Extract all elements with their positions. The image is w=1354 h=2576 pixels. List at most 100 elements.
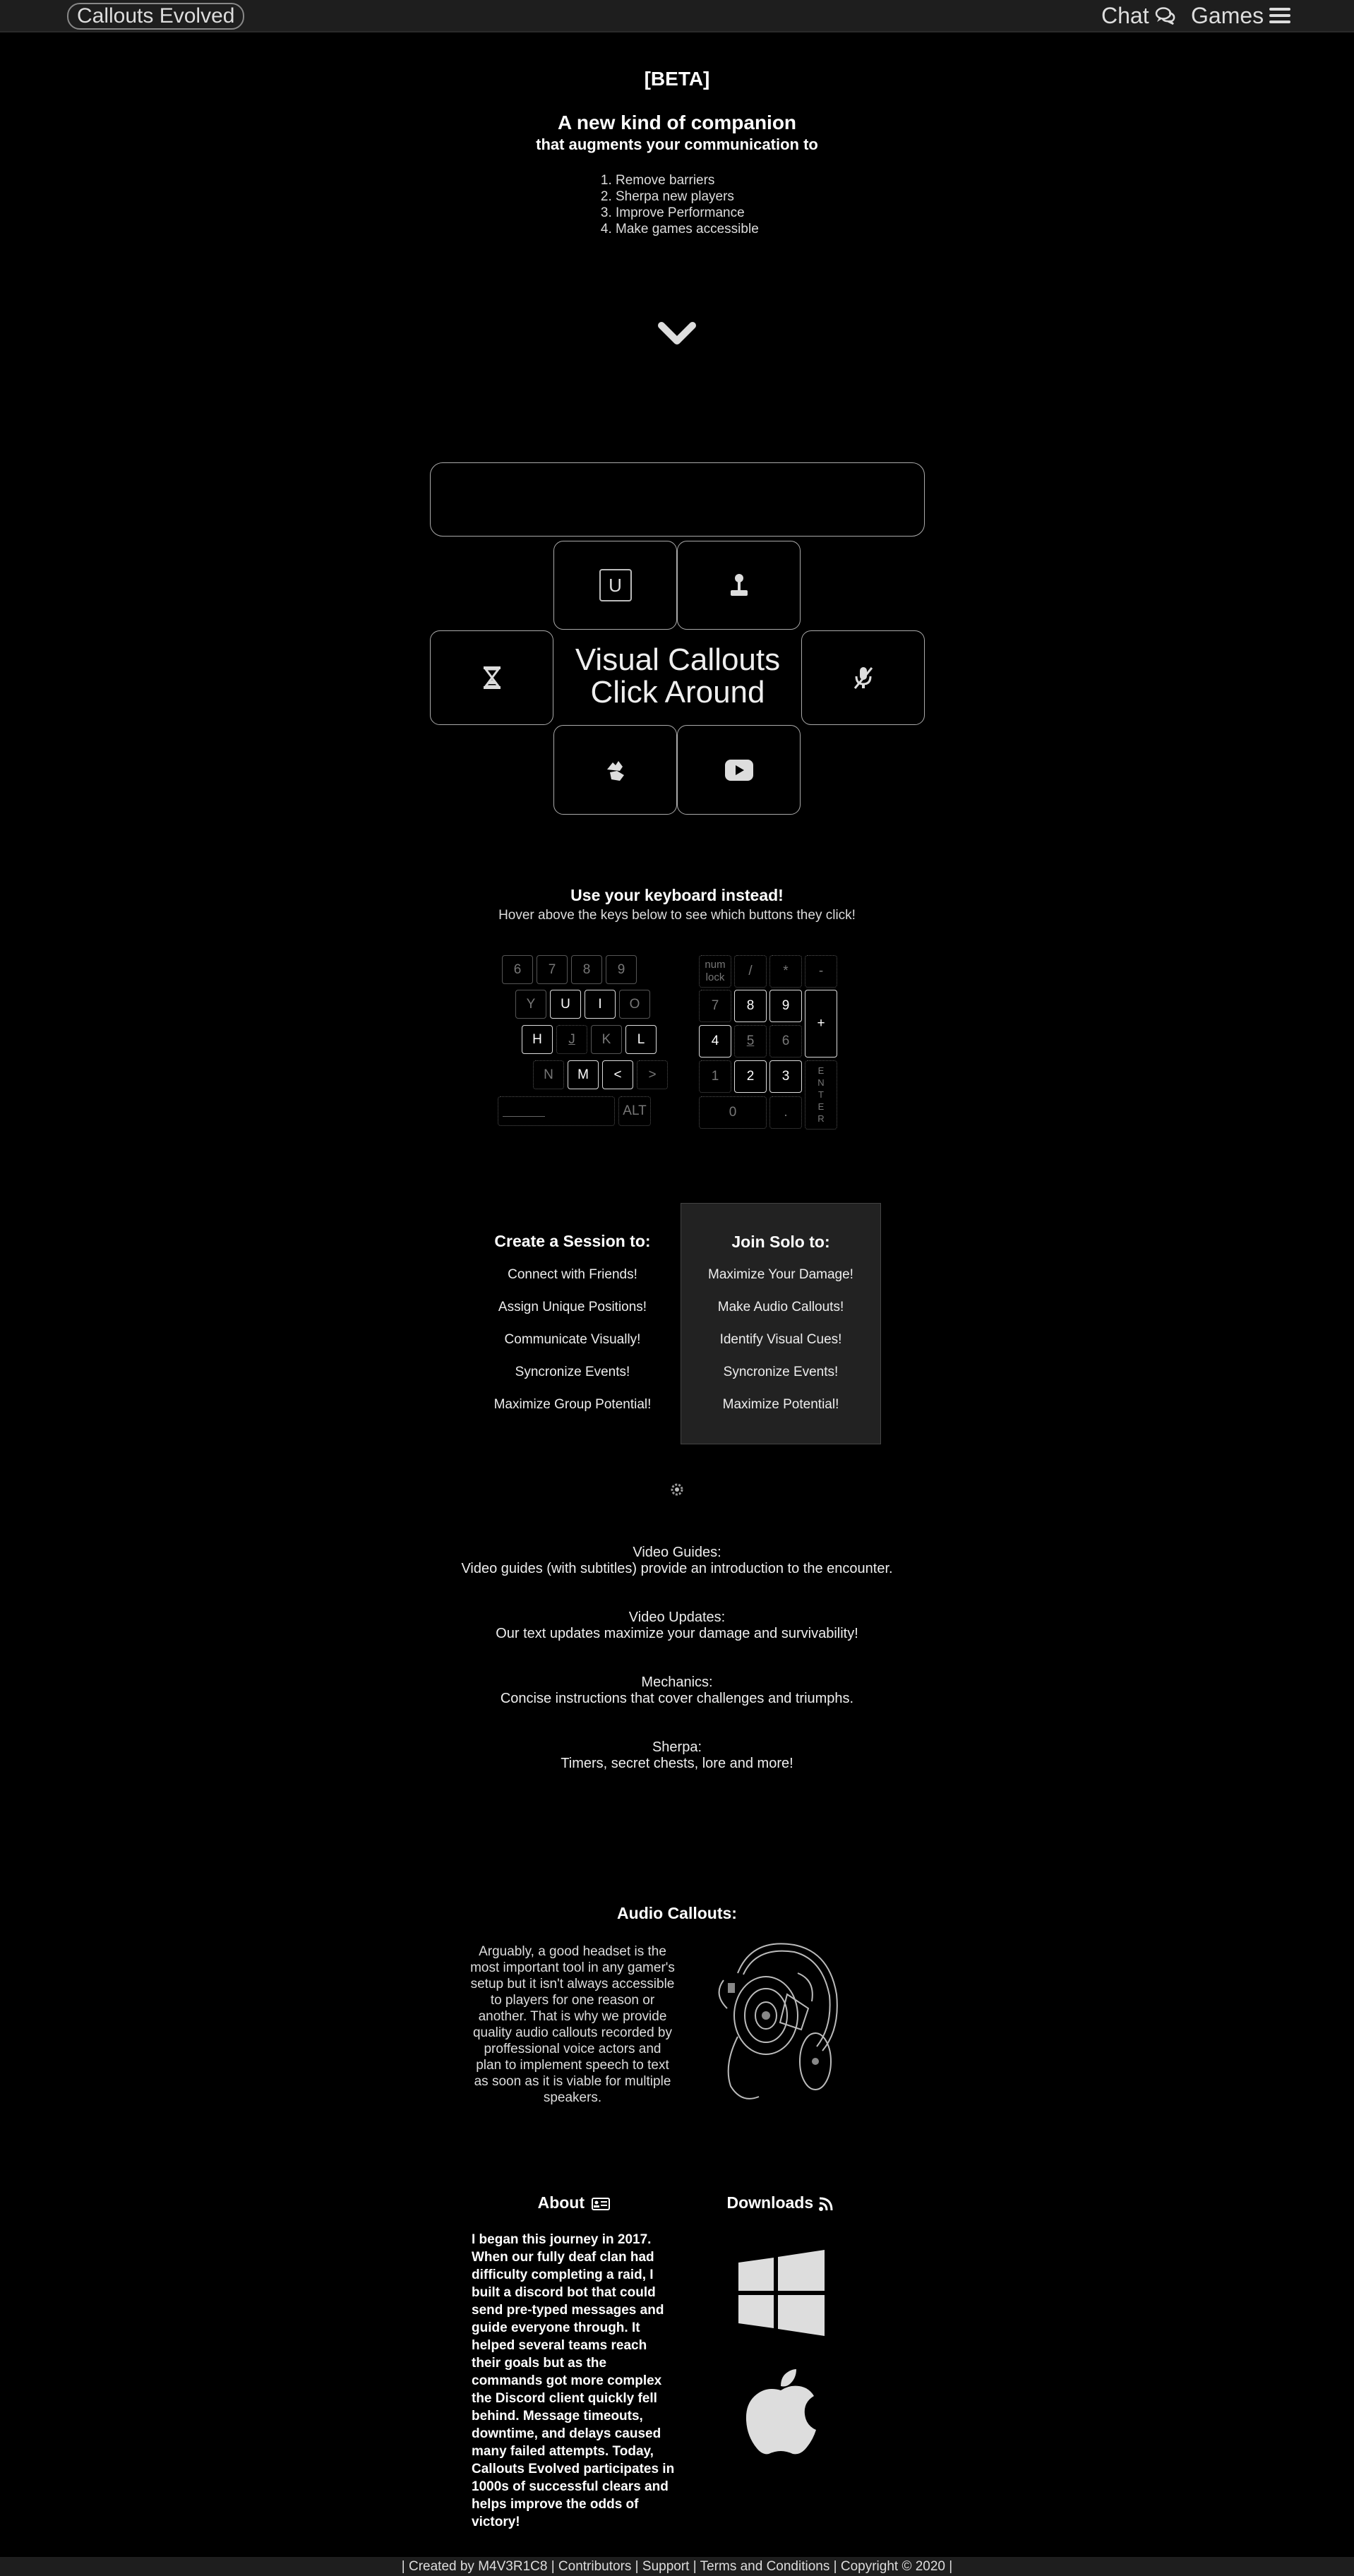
- timer-button[interactable]: [430, 630, 553, 725]
- top-navbar: Callouts Evolved Chat Games: [0, 0, 1354, 32]
- key-i[interactable]: I: [585, 990, 616, 1019]
- joystick-button[interactable]: [677, 541, 801, 630]
- microphone-slash-icon: [853, 667, 873, 689]
- feature-video-guides: Video Guides: Video guides (with subtitl…: [0, 1545, 1354, 1577]
- key-h[interactable]: H: [522, 1025, 553, 1054]
- key-numpad-2[interactable]: 2: [734, 1060, 767, 1093]
- goal-item: Sherpa new players: [616, 188, 759, 205]
- visual-callouts-line1: Visual Callouts: [575, 642, 781, 677]
- join-solo-item: Make Audio Callouts!: [717, 1300, 844, 1314]
- join-solo-panel[interactable]: Join Solo to: Maximize Your Damage! Make…: [681, 1203, 881, 1444]
- feature-text: Our text updates maximize your damage an…: [496, 1626, 858, 1641]
- windows-download-icon[interactable]: [738, 2250, 825, 2336]
- key-numpad-5[interactable]: 5: [734, 1025, 767, 1058]
- key-7[interactable]: 7: [537, 955, 568, 984]
- hero-headline: A new kind of companion: [557, 112, 797, 133]
- u-key-button[interactable]: U: [553, 541, 677, 630]
- key-numpad-plus[interactable]: +: [805, 990, 837, 1058]
- key-m[interactable]: M: [568, 1060, 599, 1089]
- feature-text: Timers, secret chests, lore and more!: [561, 1756, 793, 1771]
- key-6[interactable]: 6: [502, 955, 533, 984]
- create-session-item: Syncronize Events!: [515, 1365, 630, 1379]
- key-j[interactable]: J: [556, 1025, 587, 1054]
- about-text: I began this journey in 2017. When our f…: [472, 2232, 675, 2529]
- key-numpad-divide[interactable]: /: [734, 955, 767, 988]
- join-solo-item: Syncronize Events!: [723, 1365, 839, 1379]
- key-8[interactable]: 8: [571, 955, 602, 984]
- visual-callouts-title: Visual Callouts Click Around: [558, 644, 798, 709]
- u-key-label: U: [599, 569, 632, 601]
- feature-title: Video Updates:: [628, 1610, 726, 1625]
- feature-title: Sherpa:: [652, 1739, 702, 1755]
- key-k[interactable]: K: [591, 1025, 622, 1054]
- callout-display-input[interactable]: [430, 462, 925, 537]
- downloads-heading: Downloads: [699, 2193, 861, 2212]
- video-button[interactable]: [677, 725, 801, 815]
- games-menu[interactable]: Games: [1191, 1, 1291, 30]
- feature-mechanics: Mechanics: Concise instructions that cov…: [0, 1675, 1354, 1707]
- key-numpad-6[interactable]: 6: [769, 1025, 802, 1058]
- key-numpad-3[interactable]: 3: [769, 1060, 802, 1093]
- key-spacebar[interactable]: [498, 1096, 615, 1126]
- audio-callouts-title: Audio Callouts:: [617, 1904, 737, 1922]
- brand-link[interactable]: Callouts Evolved: [67, 3, 245, 30]
- hamburger-icon: [1269, 8, 1291, 23]
- audio-callouts-text: Arguably, a good headset is the most imp…: [470, 1944, 675, 2105]
- scroll-down-chevron-icon[interactable]: [658, 320, 696, 348]
- goals-list: Remove barriers Sherpa new players Impro…: [601, 172, 759, 237]
- key-numpad-decimal[interactable]: .: [769, 1096, 802, 1129]
- key-numpad-minus[interactable]: -: [805, 955, 837, 988]
- beta-badge: [BETA]: [644, 68, 710, 90]
- feature-title: Video Guides:: [633, 1545, 721, 1560]
- key-numpad-0[interactable]: 0: [699, 1096, 767, 1129]
- key-comma[interactable]: <: [602, 1060, 633, 1089]
- create-session-item: Communicate Visually!: [504, 1332, 641, 1347]
- goal-item: Improve Performance: [616, 205, 759, 221]
- apple-download-icon[interactable]: [745, 2369, 816, 2455]
- key-numpad-9[interactable]: 9: [769, 990, 802, 1022]
- id-card-icon: [592, 2197, 611, 2210]
- key-alt[interactable]: ALT: [618, 1096, 651, 1126]
- key-numpad-multiply[interactable]: *: [769, 955, 802, 988]
- hourglass-icon: [483, 666, 501, 689]
- sign-language-button[interactable]: [553, 725, 677, 815]
- hero-subheadline: that augments your communication to: [536, 136, 818, 153]
- about-heading: About: [472, 2193, 676, 2212]
- join-solo-item: Identify Visual Cues!: [719, 1332, 842, 1347]
- feature-text: Video guides (with subtitles) provide an…: [461, 1561, 893, 1576]
- key-9[interactable]: 9: [606, 955, 637, 984]
- feature-title: Mechanics:: [641, 1675, 713, 1690]
- joystick-icon: [730, 574, 748, 596]
- key-period[interactable]: >: [637, 1060, 668, 1089]
- visual-callouts-line2: Click Around: [590, 675, 765, 709]
- chat-link[interactable]: Chat: [1101, 1, 1176, 30]
- keyboard-title: Use your keyboard instead!: [570, 886, 784, 904]
- goal-item: Remove barriers: [616, 172, 759, 188]
- join-solo-item: Maximize Potential!: [722, 1397, 839, 1412]
- key-numlock[interactable]: num lock: [699, 955, 731, 988]
- key-numpad-enter[interactable]: ENTER: [805, 1060, 837, 1130]
- feature-video-updates: Video Updates: Our text updates maximize…: [0, 1610, 1354, 1642]
- key-y[interactable]: Y: [515, 990, 546, 1019]
- footer[interactable]: | Created by M4V3R1C8 | Contributors | S…: [0, 2557, 1354, 2576]
- key-l[interactable]: L: [625, 1025, 657, 1054]
- key-u[interactable]: U: [550, 990, 581, 1019]
- key-numpad-7[interactable]: 7: [699, 990, 731, 1022]
- keyboard-hint: Hover above the keys below to see which …: [498, 908, 856, 923]
- downloads-title: Downloads: [726, 2193, 814, 2212]
- create-session-item: Assign Unique Positions!: [498, 1300, 647, 1314]
- join-solo-title: Join Solo to:: [731, 1233, 830, 1251]
- key-o[interactable]: O: [619, 990, 650, 1019]
- feature-sherpa: Sherpa: Timers, secret chests, lore and …: [0, 1739, 1354, 1772]
- create-session-panel[interactable]: Create a Session to: Connect with Friend…: [474, 1203, 671, 1443]
- key-n[interactable]: N: [533, 1060, 564, 1089]
- key-numpad-8[interactable]: 8: [734, 990, 767, 1022]
- about-title: About: [537, 2193, 585, 2212]
- chat-label: Chat: [1101, 3, 1149, 28]
- key-numpad-1[interactable]: 1: [699, 1060, 731, 1093]
- goal-item: Make games accessible: [616, 221, 759, 237]
- youtube-play-icon: [724, 759, 753, 781]
- chat-bubbles-icon: [1155, 7, 1175, 25]
- mute-mic-button[interactable]: [801, 630, 925, 725]
- key-numpad-4[interactable]: 4: [699, 1025, 731, 1058]
